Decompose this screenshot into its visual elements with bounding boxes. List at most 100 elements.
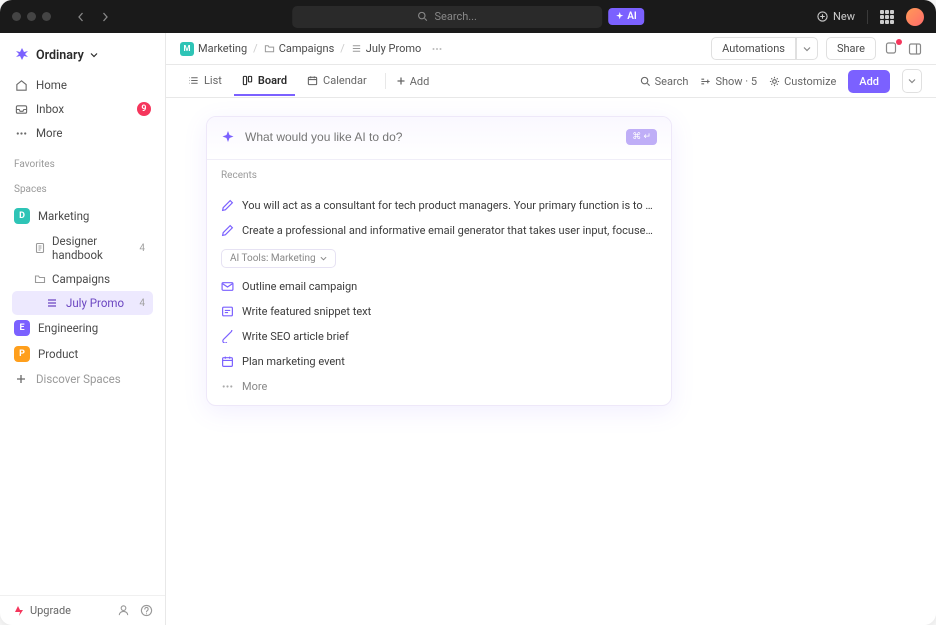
email-icon — [221, 280, 234, 293]
ai-tool-snippet[interactable]: Write featured snippet text — [207, 299, 671, 324]
upgrade-icon — [12, 605, 24, 617]
folder-icon — [264, 43, 275, 54]
sidebar: Ordinary Home Inbox 9 More — [0, 33, 166, 625]
search-input[interactable]: Search... — [292, 6, 602, 28]
recent-item[interactable]: Create a professional and informative em… — [207, 218, 671, 243]
ai-tools-selector[interactable]: AI Tools: Marketing — [221, 249, 336, 268]
notification-icon[interactable] — [884, 41, 900, 57]
pencil-icon — [221, 224, 234, 237]
sidebar-july-promo[interactable]: July Promo 4 — [12, 291, 153, 315]
share-button[interactable]: Share — [826, 37, 876, 60]
chevron-down-icon — [90, 51, 98, 59]
breadcrumb-july-promo[interactable]: July Promo — [351, 42, 422, 55]
sparkle-icon — [615, 12, 624, 21]
space-engineering[interactable]: E Engineering — [6, 315, 159, 341]
workspace-selector[interactable]: Ordinary — [0, 41, 165, 69]
ai-tool-plan-event[interactable]: Plan marketing event — [207, 349, 671, 374]
space-icon: D — [14, 208, 30, 224]
list-icon — [188, 75, 199, 86]
view-board[interactable]: Board — [234, 67, 295, 96]
ai-input[interactable] — [245, 130, 616, 144]
add-button[interactable]: Add — [848, 70, 890, 93]
add-view[interactable]: Add — [396, 75, 430, 88]
spaces-label: Spaces — [0, 174, 165, 199]
notification-dot — [896, 39, 902, 45]
favorites-label: Favorites — [0, 149, 165, 174]
sidebar-more[interactable]: More — [6, 121, 159, 145]
sidebar-campaigns[interactable]: Campaigns — [12, 267, 153, 291]
toolbar-show[interactable]: Show · 5 — [700, 75, 757, 88]
recents-label: Recents — [221, 170, 657, 181]
space-icon: P — [14, 346, 30, 362]
breadcrumb-marketing[interactable]: M Marketing — [180, 42, 247, 56]
calendar-icon — [221, 355, 234, 368]
ai-tool-seo[interactable]: Write SEO article brief — [207, 324, 671, 349]
search-placeholder: Search... — [434, 10, 477, 23]
view-calendar[interactable]: Calendar — [299, 67, 375, 96]
chevron-down-icon — [320, 255, 327, 262]
automations-button[interactable]: Automations — [711, 37, 818, 60]
folder-icon — [34, 273, 46, 285]
ai-modal: ⌘ ↵ Recents You will act as a consultant… — [206, 116, 672, 406]
plus-icon — [15, 373, 27, 385]
recent-item[interactable]: You will act as a consultant for tech pr… — [207, 193, 671, 218]
space-icon: E — [14, 320, 30, 336]
toolbar: List Board Calendar Add — [166, 65, 936, 98]
workspace: ⌘ ↵ Recents You will act as a consultant… — [166, 98, 936, 625]
panel-icon[interactable] — [908, 42, 922, 56]
ai-tool-outline-email[interactable]: Outline email campaign — [207, 274, 671, 299]
nav-back[interactable] — [71, 7, 91, 27]
toolbar-customize[interactable]: Customize — [769, 75, 836, 88]
more-icon — [15, 127, 28, 140]
inbox-badge: 9 — [137, 102, 151, 116]
more-icon[interactable] — [431, 43, 443, 55]
list-icon — [46, 297, 58, 309]
snippet-icon — [221, 305, 234, 318]
view-list[interactable]: List — [180, 67, 230, 96]
discover-spaces[interactable]: Discover Spaces — [6, 367, 159, 391]
toolbar-search[interactable]: Search — [640, 75, 689, 88]
search-icon — [417, 11, 428, 22]
topbar: Search... AI New — [0, 0, 936, 33]
sidebar-designer-handbook[interactable]: Designer handbook 4 — [12, 229, 153, 267]
new-button[interactable]: New — [817, 10, 855, 23]
sidebar-inbox[interactable]: Inbox 9 — [6, 97, 159, 121]
calendar-icon — [307, 75, 318, 86]
doc-icon — [34, 242, 46, 254]
breadcrumb-campaigns[interactable]: Campaigns — [264, 42, 335, 55]
automations-dropdown[interactable] — [796, 37, 818, 60]
ai-more[interactable]: More — [207, 374, 671, 399]
breadcrumb: M Marketing / Campaigns / July Promo — [180, 42, 443, 56]
person-icon[interactable] — [117, 604, 130, 617]
link-icon — [221, 330, 234, 343]
more-icon — [221, 380, 234, 393]
close-window[interactable] — [12, 12, 21, 21]
pencil-icon — [221, 199, 234, 212]
user-avatar[interactable] — [906, 8, 924, 26]
board-icon — [242, 75, 253, 86]
upgrade-link[interactable]: Upgrade — [30, 604, 71, 617]
plus-icon — [396, 76, 406, 86]
space-product[interactable]: P Product — [6, 341, 159, 367]
help-icon[interactable] — [140, 604, 153, 617]
list-icon — [351, 43, 362, 54]
apps-icon[interactable] — [880, 10, 894, 24]
ai-button[interactable]: AI — [608, 8, 644, 25]
sparkle-icon — [221, 130, 235, 144]
header: M Marketing / Campaigns / July Promo — [166, 33, 936, 65]
show-icon — [700, 76, 711, 87]
shortcut-hint: ⌘ ↵ — [626, 129, 657, 145]
search-icon — [640, 76, 651, 87]
traffic-lights — [12, 12, 51, 21]
nav-forward[interactable] — [95, 7, 115, 27]
add-more-dropdown[interactable] — [902, 69, 922, 93]
sidebar-home[interactable]: Home — [6, 73, 159, 97]
home-icon — [15, 79, 28, 92]
gear-icon — [769, 76, 780, 87]
plus-circle-icon — [817, 11, 828, 22]
inbox-icon — [15, 103, 28, 116]
minimize-window[interactable] — [27, 12, 36, 21]
maximize-window[interactable] — [42, 12, 51, 21]
space-icon: M — [180, 42, 194, 56]
space-marketing[interactable]: D Marketing — [6, 203, 159, 229]
